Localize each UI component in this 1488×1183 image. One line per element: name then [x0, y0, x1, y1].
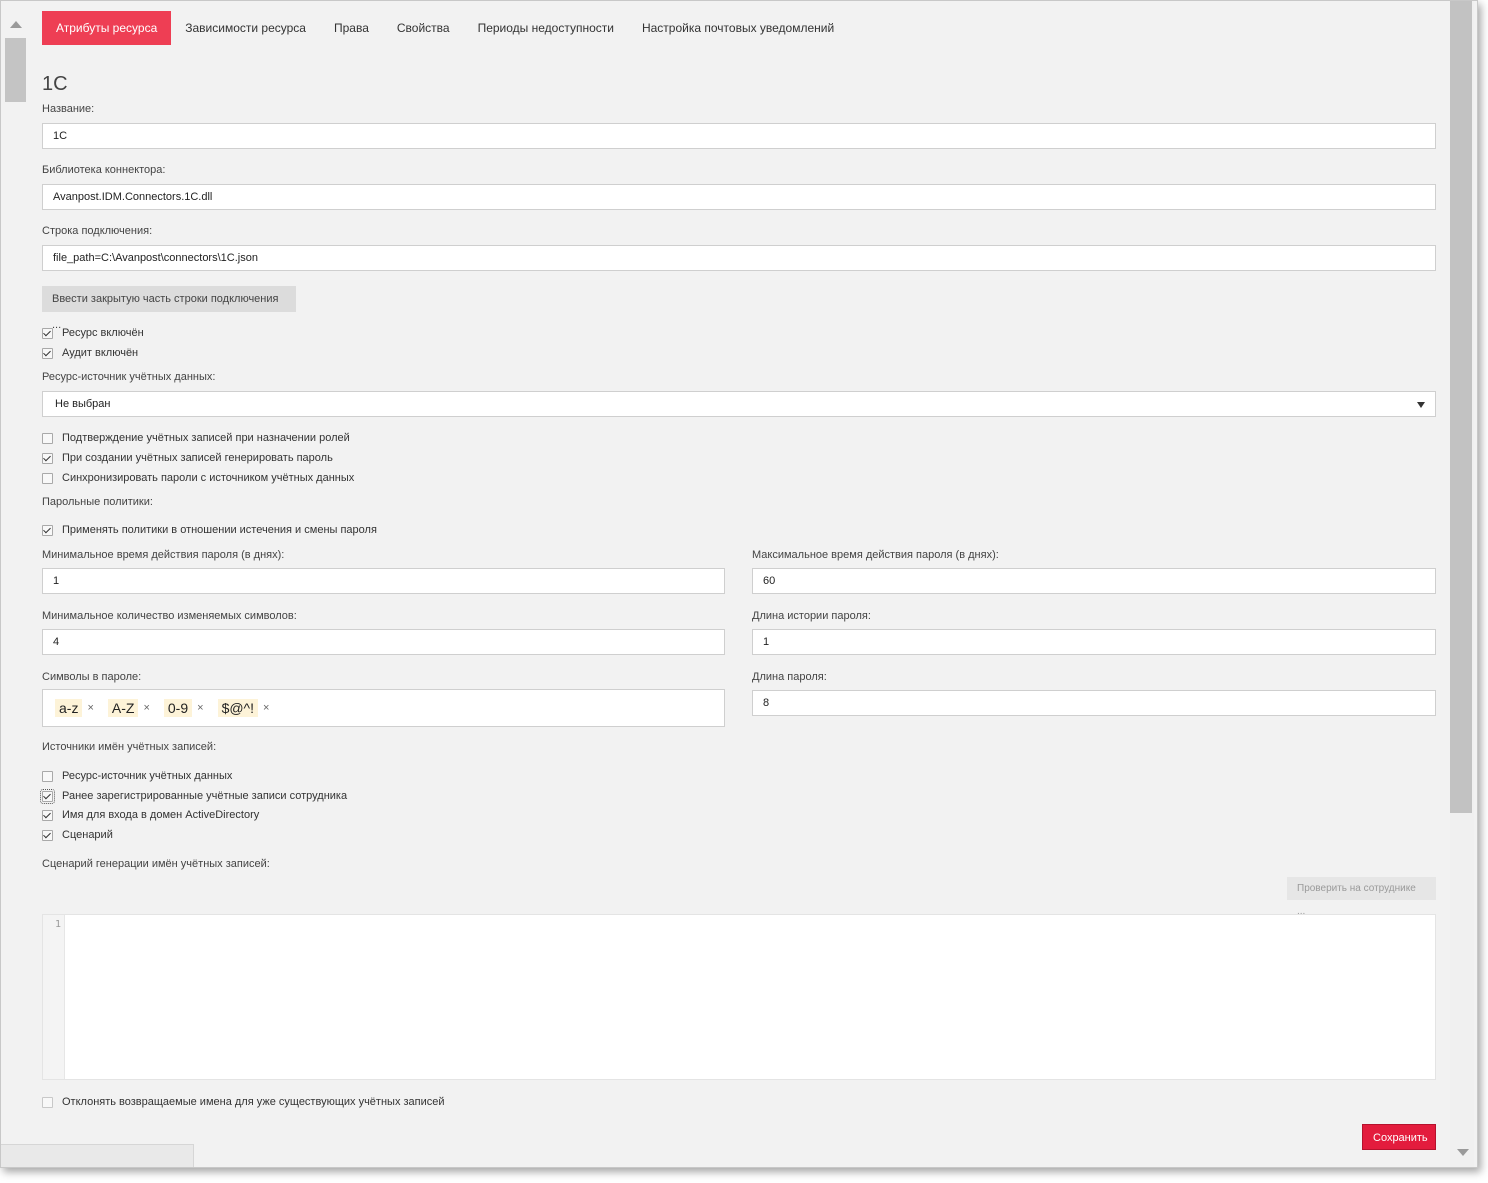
name-source-resource-checkbox[interactable]	[42, 770, 53, 782]
reject-names-checkbox[interactable]	[42, 1096, 53, 1108]
name-source-label: Ранее зарегистрированные учётные записи …	[62, 790, 348, 802]
left-scroll-thumb[interactable]	[5, 38, 26, 102]
password-policies-label: Парольные политики:	[42, 496, 153, 508]
password-length-label: Длина пароля:	[752, 671, 827, 683]
tab-properties[interactable]: Свойства	[383, 11, 464, 45]
tag-lowercase: a-z	[55, 699, 83, 717]
resource-enabled-row[interactable]: Ресурс включён	[42, 325, 144, 341]
app-window: Атрибуты ресурса Зависимости ресурса Пра…	[0, 0, 1478, 1168]
name-source-label: Сценарий	[62, 829, 113, 841]
script-label: Сценарий генерации имён учётных записей:	[42, 858, 270, 870]
account-option-row[interactable]: Синхронизировать пароли с источником учё…	[42, 470, 354, 486]
connector-library-label: Библиотека коннектора:	[42, 164, 166, 176]
scroll-down-arrow-icon[interactable]	[1457, 1149, 1469, 1156]
sync-passwords-checkbox[interactable]	[42, 472, 53, 484]
private-connection-button[interactable]: Ввести закрытую часть строки подключения…	[42, 286, 296, 331]
tab-downtime-periods[interactable]: Периоды недоступности	[464, 11, 628, 45]
password-chars-label: Символы в пароле:	[42, 671, 142, 683]
tab-resource-dependencies[interactable]: Зависимости ресурса	[171, 11, 320, 45]
name-source-script-checkbox[interactable]	[42, 829, 53, 841]
audit-enabled-checkbox[interactable]	[42, 347, 53, 359]
horizontal-scrollbar[interactable]	[1, 1144, 194, 1167]
check-employee-button[interactable]: Проверить на сотруднике ...	[1287, 877, 1436, 917]
tab-rights[interactable]: Права	[320, 11, 383, 45]
min-changed-chars-input[interactable]: 4	[42, 629, 725, 655]
tab-resource-attributes[interactable]: Атрибуты ресурса	[42, 11, 172, 45]
password-history-label: Длина истории пароля:	[752, 610, 871, 622]
name-source-registered-checkbox[interactable]	[40, 788, 55, 804]
password-length-input[interactable]: 8	[752, 690, 1436, 716]
resource-enabled-label: Ресурс включён	[62, 327, 144, 339]
name-source-row[interactable]: Ресурс-источник учётных данных	[42, 768, 232, 784]
tab-bar: Атрибуты ресурса Зависимости ресурса Пра…	[42, 11, 1436, 45]
account-option-label: Синхронизировать пароли с источником учё…	[62, 472, 355, 484]
scroll-up-arrow-icon[interactable]	[10, 21, 22, 28]
name-source-row[interactable]: Имя для входа в домен ActiveDirectory	[42, 807, 259, 823]
apply-policies-row[interactable]: Применять политики в отношении истечения…	[42, 522, 377, 538]
tag-digits: 0-9	[163, 699, 193, 717]
remove-tag-icon[interactable]: ×	[197, 702, 203, 714]
generate-password-checkbox[interactable]	[42, 452, 53, 464]
name-input[interactable]: 1C	[42, 123, 1436, 149]
tag-special: $@^!	[217, 699, 259, 717]
apply-policies-label: Применять политики в отношении истечения…	[62, 524, 377, 536]
page-title: 1C	[42, 73, 68, 95]
reject-names-label: Отклонять возвращаемые имена для уже сущ…	[62, 1096, 445, 1108]
right-scroll-thumb[interactable]	[1450, 1, 1472, 813]
name-source-row[interactable]: Сценарий	[42, 827, 113, 843]
max-password-age-input[interactable]: 60	[752, 568, 1436, 594]
name-label: Название:	[42, 103, 95, 115]
save-button[interactable]: Сохранить	[1362, 1124, 1436, 1150]
name-source-ad-checkbox[interactable]	[42, 809, 53, 821]
right-scrollbar[interactable]	[1450, 1, 1474, 1167]
name-source-label: Имя для входа в домен ActiveDirectory	[62, 809, 260, 821]
min-password-age-label: Минимальное время действия пароля (в дня…	[42, 549, 285, 561]
remove-tag-icon[interactable]: ×	[87, 702, 93, 714]
confirm-accounts-checkbox[interactable]	[42, 432, 53, 444]
audit-enabled-label: Аудит включён	[62, 347, 139, 359]
script-editor[interactable]: 1	[42, 914, 1436, 1080]
line-number: 1	[54, 919, 61, 930]
remove-tag-icon[interactable]: ×	[263, 702, 269, 714]
apply-policies-checkbox[interactable]	[42, 524, 53, 536]
name-source-label: Ресурс-источник учётных данных	[62, 770, 233, 782]
min-password-age-input[interactable]: 1	[42, 568, 725, 594]
tag-uppercase: A-Z	[107, 699, 139, 717]
account-option-row[interactable]: Подтверждение учётных записей при назнач…	[42, 430, 350, 446]
account-option-label: Подтверждение учётных записей при назнач…	[62, 432, 350, 444]
min-changed-chars-label: Минимальное количество изменяемых символ…	[42, 610, 297, 622]
account-source-value: Не выбран	[55, 398, 111, 410]
editor-gutter: 1	[43, 915, 65, 1079]
left-scrollbar[interactable]	[1, 1, 29, 1167]
connection-string-input[interactable]: file_path=C:\Avanpost\connectors\1C.json	[42, 245, 1436, 271]
account-source-select[interactable]: Не выбран	[42, 391, 1436, 417]
resource-enabled-checkbox[interactable]	[42, 327, 53, 339]
tab-mail-notifications[interactable]: Настройка почтовых уведомлений	[628, 11, 848, 45]
account-option-label: При создании учётных записей генерироват…	[62, 452, 333, 464]
password-history-input[interactable]: 1	[752, 629, 1436, 655]
connection-string-label: Строка подключения:	[42, 225, 153, 237]
remove-tag-icon[interactable]: ×	[143, 702, 149, 714]
password-chars-tag-input[interactable]: a-z × A-Z × 0-9 × $@^! ×	[42, 689, 725, 727]
audit-enabled-row[interactable]: Аудит включён	[42, 345, 138, 361]
max-password-age-label: Максимальное время действия пароля (в дн…	[752, 549, 999, 561]
reject-names-row[interactable]: Отклонять возвращаемые имена для уже сущ…	[42, 1094, 445, 1110]
account-source-label: Ресурс-источник учётных данных:	[42, 371, 216, 383]
name-source-row[interactable]: Ранее зарегистрированные учётные записи …	[40, 788, 348, 804]
name-sources-label: Источники имён учётных записей:	[42, 741, 217, 753]
dropdown-caret-icon[interactable]	[1417, 402, 1425, 408]
resource-form: Атрибуты ресурса Зависимости ресурса Пра…	[40, 11, 1436, 1150]
account-option-row[interactable]: При создании учётных записей генерироват…	[42, 450, 333, 466]
connector-library-input[interactable]: Avanpost.IDM.Connectors.1C.dll	[42, 184, 1436, 210]
